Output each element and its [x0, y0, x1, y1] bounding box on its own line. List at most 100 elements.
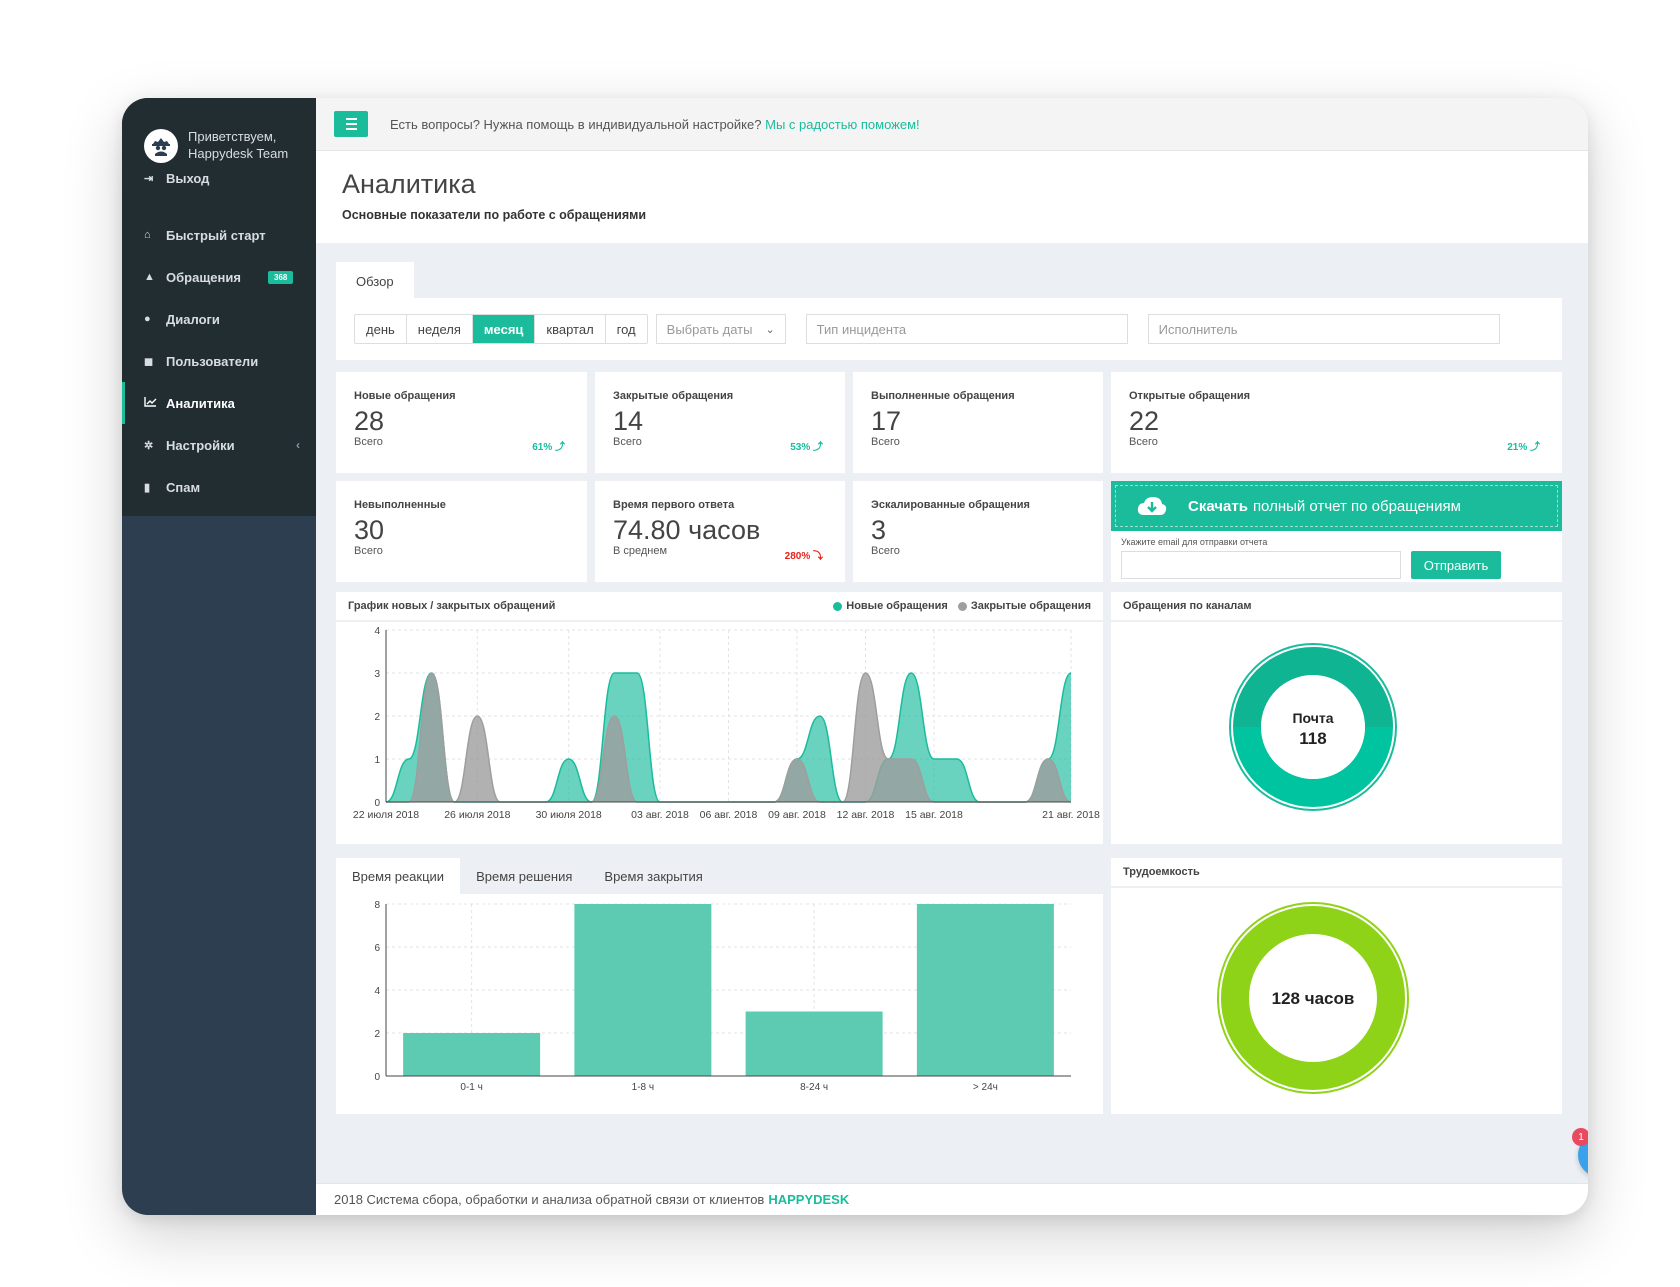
footer: 2018 Система сбора, обработки и анализа …: [316, 1183, 1588, 1215]
period-quarter-button[interactable]: квартал: [535, 315, 606, 343]
top-bar: Есть вопросы? Нужна помощь в индивидуаль…: [316, 98, 1588, 151]
x-tick-label: 26 июля 2018: [444, 809, 510, 821]
help-link[interactable]: Мы с радостью поможем!: [765, 117, 920, 132]
period-selector: день неделя месяц квартал год: [354, 314, 648, 344]
tab-resolution-time[interactable]: Время решения: [460, 858, 588, 894]
legend-item-closed[interactable]: Закрытые обращения: [957, 600, 1091, 612]
bar: [574, 904, 712, 1076]
card-label: Новые обращения: [354, 390, 456, 402]
user-name: Happydesk Team: [188, 146, 289, 161]
sidebar-item-tickets[interactable]: ▲ Обращения 368: [122, 256, 316, 298]
trend-badge: 53% ⤴: [790, 442, 823, 453]
sidebar-item-quick-start[interactable]: ⌂ Быстрый старт: [122, 214, 316, 256]
tab-overview[interactable]: Обзор: [336, 262, 414, 298]
card-label: Открытые обращения: [1129, 390, 1251, 402]
card-label: Выполненные обращения: [871, 390, 1015, 402]
help-text: Есть вопросы? Нужна помощь в индивидуаль…: [390, 116, 762, 132]
sidebar-item-settings[interactable]: ✲ Настройки ‹: [122, 424, 316, 466]
y-tick-label: 4: [374, 626, 380, 637]
sidebar-item-label: Пользователи: [166, 353, 259, 369]
x-tick-label: > 24ч: [973, 1082, 998, 1093]
spy-avatar-icon: [152, 138, 170, 156]
card-sub: Всего: [354, 545, 383, 557]
download-bold-label: Скачать: [1188, 497, 1248, 515]
footer-text: 2018 Система сбора, обработки и анализа …: [334, 1192, 765, 1207]
tab-closing-time[interactable]: Время закрытия: [588, 858, 718, 894]
x-tick-label: 1-8 ч: [632, 1082, 654, 1093]
sidebar-item-label: Быстрый старт: [166, 227, 266, 243]
logout-link[interactable]: ⇥ Выход: [122, 171, 316, 186]
card-label: Невыполненные: [354, 499, 446, 511]
donut-center-value: 118: [1299, 729, 1326, 748]
email-field[interactable]: [1121, 551, 1401, 579]
stat-card-open: Открытые обращения 22 Всего 21% ⤴: [1111, 372, 1562, 473]
download-label: полный отчет по обращениям: [1252, 497, 1461, 515]
stat-card-closed: Закрытые обращения 14 Всего 53% ⤴: [595, 372, 845, 473]
home-icon: ⌂: [144, 229, 151, 241]
x-tick-label: 12 авг. 2018: [837, 809, 895, 821]
email-report-block: Укажите email для отправки отчета Отправ…: [1111, 531, 1562, 582]
period-day-button[interactable]: день: [355, 315, 407, 343]
x-tick-label: 06 авг. 2018: [700, 809, 758, 821]
send-report-button[interactable]: Отправить: [1411, 551, 1501, 579]
area-chart-title: График новых / закрытых обращений: [348, 600, 556, 612]
users-icon: ◼: [144, 355, 154, 368]
page-subtitle: Основные показатели по работе с обращени…: [342, 208, 647, 222]
period-year-button[interactable]: год: [606, 315, 647, 343]
chat-icon: ●: [144, 313, 151, 325]
assignee-input[interactable]: Исполнитель: [1147, 314, 1500, 344]
legend-item-new[interactable]: Новые обращения: [833, 600, 948, 612]
footer-brand[interactable]: HAPPYDESK: [768, 1192, 849, 1207]
trend-badge: 21% ⤴: [1507, 442, 1540, 453]
date-range-label: Выбрать даты: [666, 321, 753, 337]
chart-legend: Новые обращения Закрытые обращения: [833, 600, 1091, 612]
sidebar-item-analytics[interactable]: Аналитика: [122, 382, 316, 424]
labor-donut-chart: 128 часов: [1217, 902, 1409, 1094]
y-tick-label: 2: [374, 1029, 380, 1040]
y-tick-label: 2: [374, 712, 380, 723]
hamburger-menu-button[interactable]: [334, 111, 368, 137]
card-label: Время первого ответа: [613, 499, 735, 511]
sidebar-item-dialogs[interactable]: ● Диалоги: [122, 298, 316, 340]
donut-center-label: Почта: [1292, 710, 1333, 726]
card-label: Закрытые обращения: [613, 390, 734, 402]
y-tick-label: 6: [374, 943, 380, 954]
email-label: Укажите email для отправки отчета: [1121, 537, 1268, 547]
card-value: 74.80 часов: [613, 515, 761, 545]
date-range-select[interactable]: Выбрать даты ⌄: [655, 314, 786, 344]
sidebar-item-users[interactable]: ◼ Пользователи: [122, 340, 316, 382]
card-value: 14: [613, 406, 644, 436]
main-area: Есть вопросы? Нужна помощь в индивидуаль…: [316, 98, 1588, 1215]
chevron-left-icon: ‹: [296, 438, 300, 452]
channels-title: Обращения по каналам: [1123, 600, 1252, 612]
page-title: Аналитика: [342, 169, 476, 199]
incident-type-input[interactable]: Тип инцидента: [805, 314, 1128, 344]
bar: [916, 904, 1054, 1076]
period-week-button[interactable]: неделя: [407, 315, 473, 343]
bar: [403, 1033, 541, 1076]
trash-icon: ▮: [144, 481, 151, 494]
tab-reaction-time[interactable]: Время реакции: [336, 858, 461, 894]
user-block: Приветствуем, Happydesk Team: [122, 128, 316, 163]
chevron-down-icon: ⌄: [765, 323, 775, 336]
warning-icon: ▲: [144, 271, 155, 283]
sidebar-item-spam[interactable]: ▮ Спам: [122, 466, 316, 508]
avatar: [144, 129, 178, 163]
channels-donut-chart: Почта 118: [1229, 643, 1397, 811]
app-window: Приветствуем, Happydesk Team ⇥ Выход ⌂ Б…: [122, 98, 1588, 1215]
sidebar-item-label: Настройки: [166, 437, 235, 453]
period-month-button[interactable]: месяц: [472, 315, 536, 343]
card-value: 28: [354, 406, 385, 436]
y-tick-label: 0: [374, 1072, 380, 1083]
card-sub: Всего: [871, 545, 900, 557]
card-value: 30: [354, 515, 385, 545]
filter-panel: день неделя месяц квартал год Выбрать да…: [336, 298, 1562, 360]
download-report-button[interactable]: Скачать полный отчет по обращениям: [1111, 481, 1562, 531]
trend-badge: 61% ⤴: [532, 442, 565, 453]
x-tick-label: 0-1 ч: [460, 1082, 482, 1093]
help-banner: Есть вопросы? Нужна помощь в индивидуаль…: [390, 117, 920, 132]
x-tick-label: 8-24 ч: [800, 1082, 828, 1093]
card-sub: Всего: [1129, 436, 1158, 448]
y-tick-label: 0: [374, 798, 380, 809]
notification-badge: 1: [1572, 1128, 1588, 1146]
